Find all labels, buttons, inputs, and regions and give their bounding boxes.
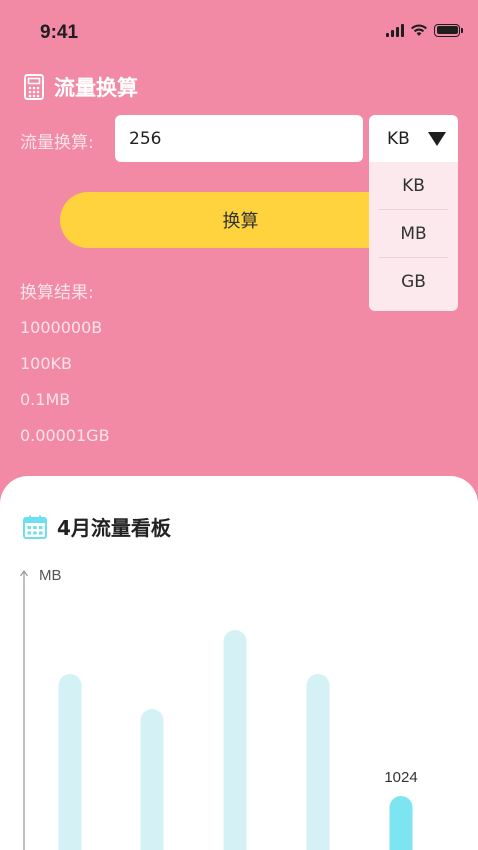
result-label: 换算结果: — [20, 283, 94, 303]
dashboard-title: 4月流量看板 — [57, 516, 171, 540]
wifi-icon — [411, 24, 427, 36]
calendar-icon — [23, 515, 47, 539]
unit-select[interactable]: KB — [369, 115, 458, 162]
chart-bar — [58, 674, 82, 850]
chart-bar — [306, 674, 330, 850]
unit-option-gb[interactable]: GB — [379, 258, 448, 306]
status-time: 9:41 — [40, 22, 79, 43]
chart-bar — [223, 630, 247, 850]
convert-button-label: 换算 — [222, 211, 259, 232]
selected-unit: KB — [387, 128, 410, 149]
result-gb: 0.00001GB — [20, 426, 110, 445]
result-bytes: 1000000B — [20, 318, 103, 337]
unit-option-kb[interactable]: KB — [379, 162, 448, 210]
result-mb: 0.1MB — [20, 390, 71, 409]
converter-input-row: 流量换算: KB — [20, 115, 460, 163]
cellular-signal-icon — [386, 23, 404, 37]
result-kb: 100KB — [20, 354, 73, 373]
bar-value-label: 1024 — [384, 769, 417, 786]
chart-bar — [389, 796, 413, 850]
convert-button[interactable]: 换算 — [60, 192, 369, 248]
converter-title: 流量换算 — [54, 76, 138, 100]
unit-option-mb[interactable]: MB — [379, 210, 448, 258]
calculator-icon — [24, 74, 44, 100]
status-bar: 9:41 — [0, 0, 478, 60]
caret-down-icon — [427, 131, 446, 146]
input-label: 流量换算: — [20, 133, 94, 153]
y-axis-label: MB — [39, 567, 62, 584]
status-icons — [386, 22, 463, 38]
dashboard-card: 4月流量看板 MB 1024 — [0, 476, 478, 850]
usage-bar-chart: MB 1024 — [20, 567, 418, 850]
unit-dropdown: KB MB GB — [369, 162, 458, 311]
battery-icon — [434, 23, 463, 37]
chart-bar — [140, 709, 164, 850]
dashboard-header: 4月流量看板 — [22, 512, 171, 541]
converter-header: 流量换算 — [22, 72, 138, 102]
amount-input[interactable] — [115, 115, 363, 162]
